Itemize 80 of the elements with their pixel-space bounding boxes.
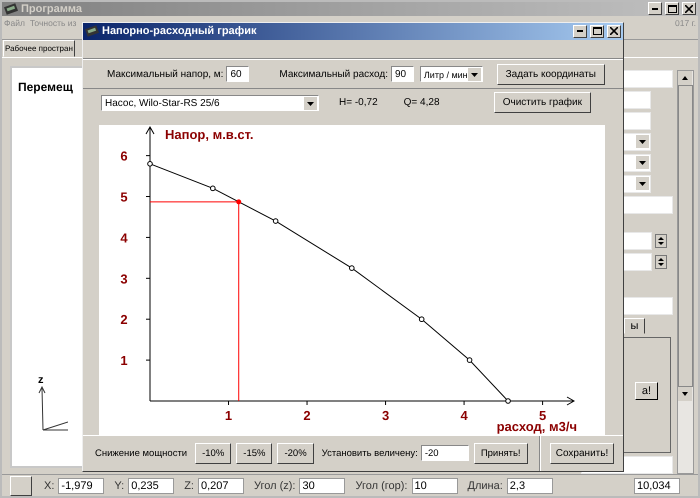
- power-button[interactable]: -15%: [236, 442, 272, 464]
- coordinate-label: Угол (z):: [254, 480, 296, 492]
- spin-buttons-icon[interactable]: [655, 255, 668, 270]
- x-tick-label: 3: [382, 408, 390, 423]
- data-point: [418, 316, 424, 322]
- app-icon: [4, 2, 18, 15]
- y-tick-label: 3: [120, 270, 128, 286]
- coordinate-field[interactable]: -1,979: [58, 478, 104, 494]
- x-tick-label: 2: [303, 408, 311, 423]
- close-button[interactable]: [607, 24, 621, 38]
- dialog-title: Напорно-расходный график: [102, 25, 257, 38]
- coordinate-field[interactable]: 0,207: [198, 478, 244, 494]
- x-tick-label: 5: [538, 408, 546, 423]
- coordinate-label: Z:: [184, 480, 194, 492]
- scroll-down-icon[interactable]: [678, 387, 692, 402]
- data-point: [210, 185, 216, 191]
- workspace-tab[interactable]: Рабочее простран: [3, 40, 75, 58]
- coordinate-label: Y:: [114, 480, 124, 492]
- power-button[interactable]: -10%: [195, 442, 232, 464]
- data-point: [349, 264, 355, 270]
- action-button[interactable]: а!: [634, 382, 658, 400]
- spin-buttons-icon[interactable]: [655, 234, 668, 248]
- y-tick-label: 5: [120, 189, 128, 204]
- app-icon: [85, 25, 99, 38]
- power-label: Снижение мощности: [95, 448, 188, 459]
- y-tick-label: 2: [120, 312, 128, 327]
- maximize-icon: [592, 27, 602, 36]
- axes-drawing: [38, 386, 68, 432]
- coordinate-field[interactable]: 2,3: [506, 478, 553, 494]
- status-button[interactable]: [10, 476, 32, 496]
- scroll-up-icon[interactable]: [678, 71, 692, 86]
- y-tick-label: 1: [120, 352, 128, 368]
- maximize-icon: [668, 4, 676, 13]
- minimize-button[interactable]: [573, 24, 587, 38]
- data-point: [147, 160, 153, 166]
- data-point: [272, 218, 278, 224]
- field-label: Установить величену:: [322, 448, 418, 459]
- coordinate-field[interactable]: 0,235: [128, 478, 174, 494]
- clear-chart-button[interactable]: Очистить график: [494, 92, 591, 114]
- max-head-field[interactable]: 60: [226, 66, 250, 82]
- coordinate-label: Длина:: [468, 480, 503, 492]
- close-button[interactable]: [682, 2, 696, 16]
- value-field[interactable]: -20: [420, 445, 469, 462]
- save-button[interactable]: Сохранить!: [550, 442, 614, 464]
- head-reading: H= -0,72: [339, 97, 378, 108]
- scrollbar[interactable]: [677, 70, 694, 474]
- maximize-button[interactable]: [590, 24, 604, 38]
- apply-button[interactable]: Принять!: [474, 442, 528, 464]
- power-button[interactable]: -20%: [277, 442, 314, 464]
- y-tick-label: 4: [120, 230, 128, 245]
- x-tick-label: 4: [460, 408, 468, 423]
- coordinate-label: X:: [44, 480, 54, 492]
- close-icon: [610, 27, 618, 36]
- minimize-icon: [652, 8, 658, 10]
- scroll-thumb[interactable]: [678, 85, 694, 388]
- value-field[interactable]: 10,034: [634, 478, 680, 494]
- unit-dropdown[interactable]: Литр / мин: [420, 66, 483, 82]
- panel-title: Перемещ: [18, 80, 73, 94]
- x-tick-label: 1: [224, 408, 232, 423]
- flow-reading: Q= 4,28: [404, 97, 440, 108]
- y-axis-title: Напор, м.в.ст.: [165, 126, 254, 142]
- minimize-button[interactable]: [648, 2, 662, 16]
- close-icon: [685, 4, 693, 13]
- max-flow-field[interactable]: 90: [390, 66, 414, 82]
- data-point: [505, 398, 511, 404]
- axis-label: z: [38, 374, 44, 386]
- coordinate-label: Угол (гор):: [355, 480, 408, 492]
- minimize-icon: [577, 30, 583, 32]
- window-title: Программа: [21, 2, 82, 15]
- set-coordinates-button[interactable]: Задать координаты: [496, 64, 605, 85]
- maximize-button[interactable]: [665, 2, 679, 16]
- y-tick-label: 6: [120, 148, 128, 164]
- pump-dropdown[interactable]: Насос, Wilo-Star-RS 25/6: [101, 94, 319, 111]
- coordinate-field[interactable]: 30: [299, 478, 346, 494]
- data-point: [466, 356, 472, 362]
- field-label: Максимальный напор, м:: [107, 68, 224, 80]
- field-label: Максимальный расход:: [279, 68, 388, 80]
- coordinate-field[interactable]: 10: [412, 478, 458, 494]
- menu-date: 017 г.: [675, 18, 696, 28]
- selected-point: [236, 198, 242, 204]
